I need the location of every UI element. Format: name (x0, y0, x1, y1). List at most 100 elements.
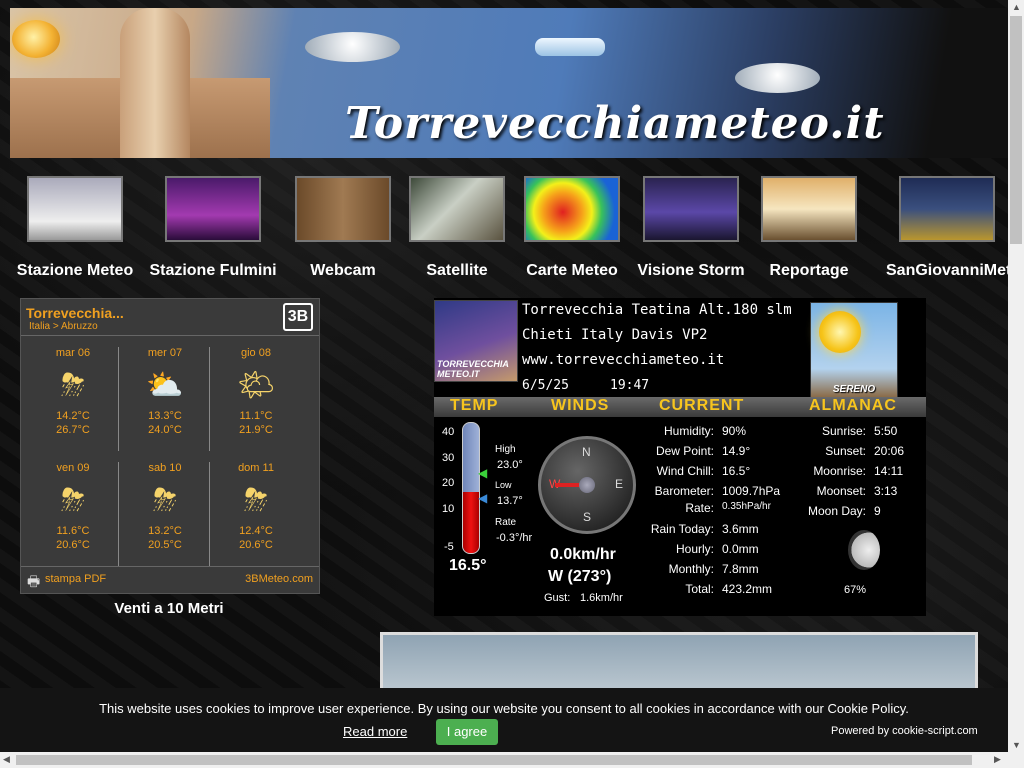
forecast-max: 20.5°C (148, 539, 182, 551)
current-value: 7.8mm (722, 562, 759, 576)
forecast-min: 14.2°C (56, 410, 90, 422)
station-name: Torrevecchia Teatina Alt.180 slm (522, 302, 792, 318)
banner-tower (120, 8, 190, 158)
forecast-widget: Torrevecchia... Italia > Abruzzo 3B mar … (20, 298, 320, 594)
nav-satellite[interactable]: Satellite (392, 170, 522, 280)
agree-button[interactable]: I agree (436, 719, 498, 745)
current-temp: 16.5° (449, 557, 487, 574)
site-banner: Torrevecchiameteo.it (10, 8, 1008, 158)
sky-condition-label: SERENO (832, 384, 876, 395)
nav-carte-meteo[interactable]: Carte Meteo (507, 170, 637, 280)
rate-label: Rate (495, 517, 517, 528)
section-header-bar: TEMP WINDS CURRENT ALMANAC (434, 397, 926, 417)
webcam-thumb[interactable] (295, 176, 391, 242)
cloud-sun-icon: ⛅ (146, 369, 184, 402)
sun-cloud-icon: 🌤 (236, 369, 276, 402)
powered-by-link[interactable]: Powered by cookie-script.com (831, 725, 978, 737)
nav-label[interactable]: Visione Storm (626, 262, 756, 280)
nav-label[interactable]: Satellite (392, 262, 522, 280)
3bmeteo-logo[interactable]: 3B (283, 303, 313, 331)
station-panel: TORREVECCHIA METEO.IT Torrevecchia Teati… (434, 298, 926, 616)
nav-stazione-fulmini[interactable]: Stazione Fulmini (148, 170, 278, 280)
printer-icon[interactable]: 🖶 (27, 571, 40, 595)
forecast-day: gio 08 🌤 11.1°C 21.9°C (210, 347, 302, 437)
forecast-max: 24.0°C (148, 424, 182, 436)
station-logo: TORREVECCHIA METEO.IT (434, 300, 518, 382)
nav-label[interactable]: Webcam (278, 262, 408, 280)
current-key: Barometer: (654, 484, 714, 498)
nav-label[interactable]: Stazione Meteo (10, 262, 140, 280)
visione-storm-thumb[interactable] (643, 176, 739, 242)
scroll-down-icon[interactable]: ▼ (1012, 740, 1021, 750)
winds-header: WINDS (551, 397, 610, 414)
thermo-tick: 40 (442, 426, 455, 438)
vertical-scrollbar[interactable]: ▲ ▼ (1008, 0, 1024, 768)
print-pdf-link[interactable]: stampa PDF (45, 573, 106, 585)
stazione-meteo-thumb[interactable] (27, 176, 123, 242)
source-link[interactable]: 3BMeteo.com (245, 573, 313, 585)
rate-value: -0.3°/hr (496, 532, 533, 544)
current-key: Wind Chill: (656, 464, 714, 478)
station-time: 19:47 (610, 378, 650, 393)
scroll-up-icon[interactable]: ▲ (1012, 2, 1021, 12)
nav-label[interactable]: Carte Meteo (507, 262, 637, 280)
sun-icon (819, 311, 861, 353)
nav-visione-storm[interactable]: Visione Storm (626, 170, 756, 280)
scroll-left-icon[interactable]: ◀ (3, 754, 10, 765)
forecast-min: 11.6°C (56, 525, 90, 537)
almanac-key: Moon Day: (807, 504, 866, 518)
horizontal-scroll-thumb[interactable] (16, 755, 972, 765)
current-key: Humidity: (663, 424, 714, 438)
almanac-value: 9 (874, 504, 881, 518)
thermo-tick: 30 (442, 452, 455, 464)
sangiovanni-thumb[interactable] (899, 176, 995, 242)
nav-webcam[interactable]: Webcam (278, 170, 408, 280)
reportage-thumb[interactable] (761, 176, 857, 242)
current-header: CURRENT (659, 397, 745, 414)
forecast-breadcrumb[interactable]: Italia > Abruzzo (29, 321, 98, 332)
forecast-date: sab 10 (148, 462, 182, 474)
forecast-city[interactable]: Torrevecchia... (26, 305, 124, 321)
forecast-max: 21.9°C (239, 424, 273, 436)
moon-percent: 67% (844, 584, 867, 596)
nav-stazione-meteo[interactable]: Stazione Meteo (10, 170, 140, 280)
rain-sun-icon: ⛈ (61, 484, 85, 517)
almanac-key: Moonrise: (813, 464, 866, 478)
horizontal-scrollbar[interactable]: ◀ ▶ (0, 752, 1008, 768)
almanac-value: 3:13 (874, 484, 898, 498)
sun-icon (12, 20, 60, 58)
current-key: Rate: (685, 501, 714, 515)
moon-phase-icon (848, 530, 880, 570)
forecast-max: 20.6°C (239, 539, 273, 551)
current-key: Hourly: (675, 542, 714, 556)
almanac-key: Sunrise: (821, 424, 866, 438)
forecast-min: 13.2°C (148, 525, 182, 537)
snow-cloud-icon (735, 63, 820, 93)
venti-heading: Venti a 10 Metri (114, 600, 224, 617)
high-marker-icon: ◀ (478, 466, 488, 480)
stazione-fulmini-thumb[interactable] (165, 176, 261, 242)
almanac-key: Moonset: (816, 484, 866, 498)
nav-sangiovannimeteo[interactable]: SanGiovanniMeteo (886, 170, 1008, 280)
nav-reportage[interactable]: Reportage (744, 170, 874, 280)
rain-sun-icon: ⛈ (153, 484, 177, 517)
nav-label[interactable]: Reportage (744, 262, 874, 280)
read-more-link[interactable]: Read more (343, 724, 407, 739)
webcam-photo[interactable] (380, 632, 978, 692)
rain-cloud-icon (305, 32, 400, 62)
thermometer (462, 422, 480, 554)
nav-label[interactable]: SanGiovanniMeteo (886, 262, 1008, 280)
satellite-thumb[interactable] (409, 176, 505, 242)
temp-header: TEMP (450, 397, 499, 414)
forecast-day: ven 09 ⛈ 11.6°C 20.6°C (27, 462, 119, 552)
scroll-right-icon[interactable]: ▶ (994, 754, 1001, 765)
nav-label[interactable]: Stazione Fulmini (148, 262, 278, 280)
station-url: www.torrevecchiameteo.it (522, 352, 725, 368)
vertical-scroll-thumb[interactable] (1010, 16, 1022, 244)
low-label: Low (495, 480, 512, 490)
high-label: High (495, 444, 516, 455)
current-key: Rain Today: (650, 522, 714, 536)
current-key: Monthly: (668, 562, 714, 576)
carte-meteo-thumb[interactable] (524, 176, 620, 242)
thermo-tick: 20 (442, 477, 455, 489)
